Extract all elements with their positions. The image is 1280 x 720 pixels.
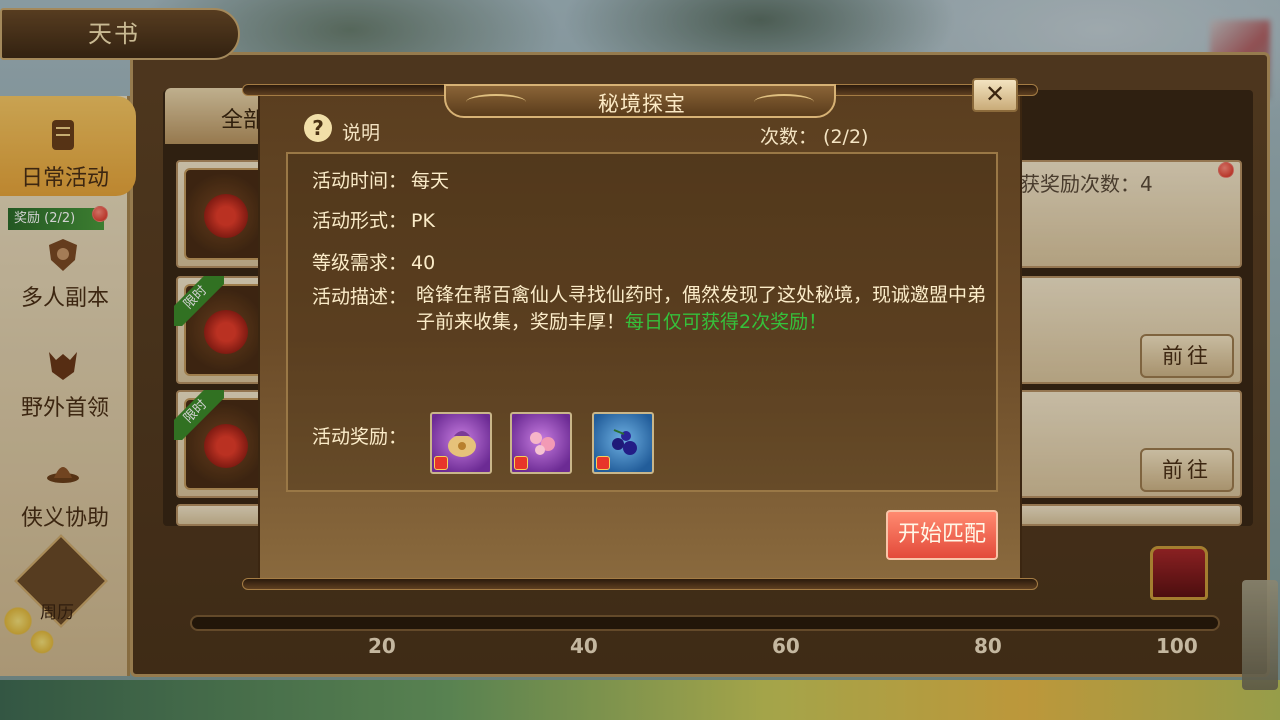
activity-dialog: 秘境探宝 ✕ ? 说明 次数： (2/2) 活动时间： 每天 活动形式： PK 等级…	[242, 78, 1038, 590]
lock-icon	[434, 456, 448, 470]
description-highlight: 每日仅可获得2次奖励！	[625, 311, 828, 333]
info-value: 每天	[411, 170, 450, 192]
info-key: 活动形式：	[312, 210, 408, 232]
close-button[interactable]: ✕	[972, 78, 1018, 112]
help-label[interactable]: 说明	[342, 118, 380, 145]
info-value: PK	[411, 210, 435, 232]
dialog-title: 秘境探宝	[598, 92, 686, 116]
lock-icon	[596, 456, 610, 470]
info-row-time: 活动时间： 每天	[312, 166, 449, 193]
info-key: 等级需求：	[312, 252, 408, 274]
info-key: 活动时间：	[312, 170, 408, 192]
berries-icon	[612, 429, 637, 455]
pouch-icon	[448, 431, 476, 457]
info-key: 活动描述：	[312, 286, 408, 308]
activity-description: 晗锋在帮百禽仙人寻找仙药时，偶然发现了这处秘境，现诚邀盟中弟子前来收集，奖励丰厚…	[416, 282, 988, 336]
reward-label: 活动奖励：	[312, 426, 408, 448]
blossom-icon	[530, 432, 555, 455]
info-value: 40	[411, 252, 436, 274]
reward-item[interactable]	[510, 412, 572, 474]
start-match-button[interactable]: 开始匹配	[886, 510, 998, 560]
scroll-rod-bottom	[242, 578, 1038, 590]
lock-icon	[514, 456, 528, 470]
reward-item[interactable]	[430, 412, 492, 474]
attempts-count: 次数： (2/2)	[760, 126, 869, 148]
help-icon[interactable]: ?	[304, 114, 332, 142]
info-row-level: 等级需求： 40	[312, 248, 435, 275]
info-row-form: 活动形式： PK	[312, 206, 435, 233]
dialog-title-banner: 秘境探宝	[444, 84, 836, 118]
info-row-desc: 活动描述：	[312, 282, 407, 309]
reward-item[interactable]	[592, 412, 654, 474]
